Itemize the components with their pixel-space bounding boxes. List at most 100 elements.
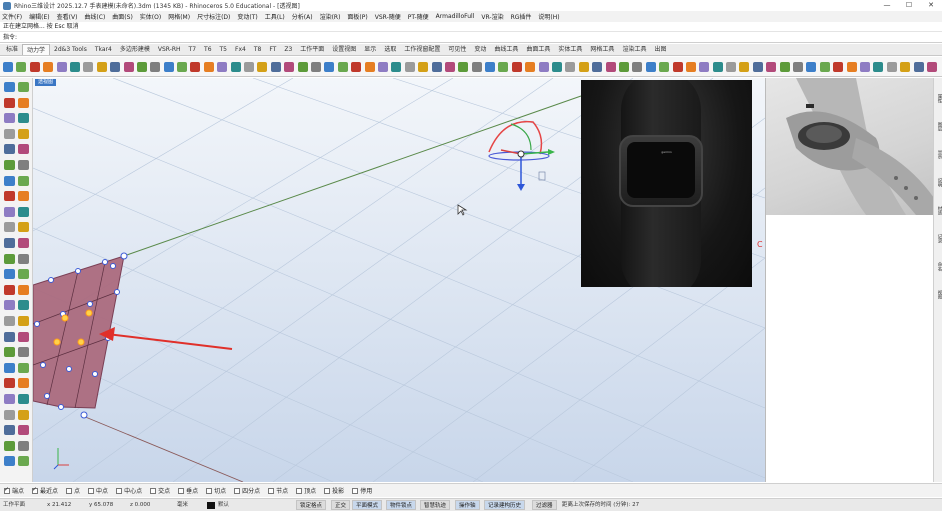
toolbar-tab[interactable]: 出图	[650, 44, 670, 55]
view-icon[interactable]	[270, 61, 281, 72]
toolbar-tab[interactable]: FT	[265, 44, 280, 55]
render-icon[interactable]	[29, 61, 40, 72]
menu-render[interactable]: 渲染(R)	[320, 12, 341, 21]
surface-icon[interactable]	[297, 61, 308, 72]
snap-grid-toggle[interactable]: 锁定格点	[296, 500, 327, 510]
ellipse-icon[interactable]	[18, 128, 29, 139]
osnap-checkbox[interactable]	[268, 487, 275, 494]
mesh-icon[interactable]	[766, 61, 777, 72]
join-icon[interactable]	[4, 206, 15, 217]
snap-icon[interactable]	[96, 61, 107, 72]
surface-icon[interactable]	[136, 61, 147, 72]
view-icon[interactable]	[913, 61, 924, 72]
menu-help[interactable]: 说明(H)	[538, 12, 559, 21]
render-icon[interactable]	[190, 61, 201, 72]
text-icon[interactable]	[18, 440, 29, 451]
curve-icon[interactable]	[632, 61, 643, 72]
view-icon[interactable]	[752, 61, 763, 72]
layer-icon[interactable]	[699, 61, 710, 72]
trim-icon[interactable]	[4, 191, 15, 202]
surface-icon[interactable]	[4, 222, 15, 233]
filter-toggle[interactable]: 过滤器	[532, 500, 557, 510]
layer-icon[interactable]	[860, 61, 870, 72]
view-icon[interactable]	[110, 61, 121, 72]
menu-solid[interactable]: 实体(O)	[140, 12, 161, 21]
osnap-checkbox[interactable]	[66, 487, 73, 494]
sphere-icon[interactable]	[324, 61, 335, 72]
planar-toggle[interactable]: 平面模式	[352, 500, 383, 510]
osnap-option[interactable]: 最近点	[32, 486, 58, 495]
cube-icon[interactable]	[337, 61, 348, 72]
close-button[interactable]: ✕	[920, 0, 942, 11]
cube-icon[interactable]	[819, 61, 830, 72]
toolbar-tab[interactable]: VSR-RH	[154, 44, 185, 55]
toolbar-tab[interactable]: T5	[216, 44, 231, 55]
toolbar-tab[interactable]: 曲线工具	[490, 44, 522, 55]
circle-icon[interactable]	[18, 113, 29, 124]
osnap-option[interactable]: 切点	[206, 486, 226, 495]
layer-icon[interactable]	[56, 61, 67, 72]
surface-icon[interactable]	[618, 61, 629, 72]
perspective-viewport[interactable]: 透视图 garmin C	[33, 78, 765, 482]
osnap-checkbox[interactable]	[352, 487, 359, 494]
ellipse-icon[interactable]	[4, 425, 15, 436]
copy-icon[interactable]	[18, 300, 29, 311]
toolbar-tab[interactable]: 显示	[360, 44, 380, 55]
grid-icon[interactable]	[83, 61, 94, 72]
menu-analyze[interactable]: 分析(A)	[292, 12, 313, 21]
rotate-icon[interactable]	[4, 316, 15, 326]
text-icon[interactable]	[4, 160, 15, 170]
light-icon[interactable]	[712, 61, 723, 72]
toolbar-tab[interactable]: Fx4	[231, 44, 250, 55]
extend-icon[interactable]	[18, 175, 29, 186]
select-icon[interactable]	[18, 362, 29, 373]
surface-icon[interactable]	[779, 61, 790, 72]
boolean-icon[interactable]	[4, 284, 15, 295]
light-icon[interactable]	[391, 61, 402, 72]
snap-icon[interactable]	[578, 61, 589, 72]
view-icon[interactable]	[431, 61, 442, 72]
mesh-icon[interactable]	[123, 61, 134, 72]
osnap-toggle[interactable]: 物件锁点	[386, 500, 417, 510]
material-icon[interactable]	[685, 61, 696, 72]
sphere-icon[interactable]	[485, 61, 496, 72]
osnap-option[interactable]: 节点	[268, 486, 288, 495]
move-icon[interactable]	[4, 300, 15, 311]
view-icon[interactable]	[592, 61, 603, 72]
line-icon[interactable]	[4, 97, 15, 108]
line-icon[interactable]	[18, 378, 29, 389]
menu-vr[interactable]: VR-渲染	[481, 12, 503, 21]
material-icon[interactable]	[203, 61, 214, 72]
sphere-icon[interactable]	[645, 61, 656, 72]
sphere-icon[interactable]	[4, 269, 15, 280]
extrude-icon[interactable]	[4, 253, 15, 264]
grid-icon[interactable]	[565, 61, 576, 72]
cube-icon[interactable]	[659, 61, 670, 72]
side-panel-tab[interactable]: 命名	[935, 262, 942, 271]
curve-icon[interactable]	[150, 61, 161, 72]
toolbar-tab[interactable]: 多边形建模	[116, 44, 154, 55]
render-icon[interactable]	[833, 61, 844, 72]
point-icon[interactable]	[4, 378, 15, 389]
osnap-checkbox[interactable]	[234, 487, 241, 494]
curve-icon[interactable]	[18, 394, 29, 404]
mirror-icon[interactable]	[4, 331, 15, 342]
sphere-icon[interactable]	[3, 61, 13, 72]
render-icon[interactable]	[4, 362, 15, 373]
toolbar-tab[interactable]: 2d&3 Tools	[50, 44, 91, 55]
menu-edit[interactable]: 编辑(E)	[29, 12, 49, 21]
grid-icon[interactable]	[886, 61, 897, 72]
curve-icon[interactable]	[793, 61, 804, 72]
revolve-icon[interactable]	[18, 238, 29, 248]
curve-icon[interactable]	[310, 61, 321, 72]
minimize-button[interactable]: —	[876, 0, 898, 11]
toolbar-tab[interactable]: 设置视图	[328, 44, 360, 55]
box-icon[interactable]	[18, 253, 29, 264]
cube-icon[interactable]	[498, 61, 509, 72]
osnap-option[interactable]: 点	[66, 486, 80, 495]
light-icon[interactable]	[873, 61, 884, 72]
side-panel-tab[interactable]: 视图	[935, 290, 942, 299]
polyline-icon[interactable]	[4, 394, 15, 404]
mesh-icon[interactable]	[444, 61, 455, 72]
snap-icon[interactable]	[418, 61, 429, 72]
